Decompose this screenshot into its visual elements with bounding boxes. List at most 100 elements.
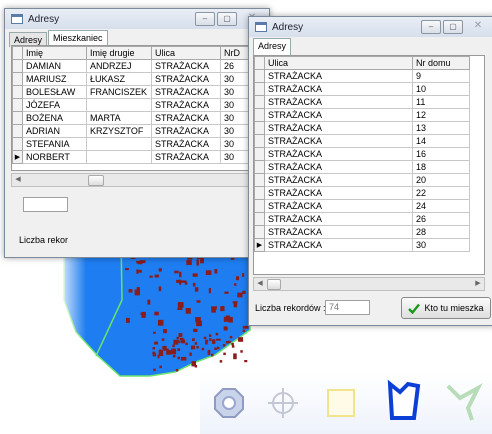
rectangle-tool-icon[interactable] bbox=[324, 386, 358, 420]
table-row[interactable]: MARIUSZ ŁUKASZ STRAŻACKA 30 bbox=[12, 72, 250, 86]
crosshair-tool-icon[interactable] bbox=[266, 386, 300, 420]
table-row[interactable]: ▶ NORBERT STRAŻACKA 30 bbox=[12, 150, 250, 164]
table-row[interactable]: STRAŻACKA 10 bbox=[254, 82, 470, 96]
table-row[interactable]: ADRIAN KRZYSZTOF STRAŻACKA 30 bbox=[12, 124, 250, 138]
table-cell[interactable]: 30 bbox=[220, 150, 250, 164]
table-cell[interactable]: STRAŻACKA bbox=[151, 150, 221, 164]
table-cell[interactable]: BOŻENA bbox=[22, 111, 87, 125]
table-row[interactable]: STRAŻACKA 9 bbox=[254, 69, 470, 83]
table-cell[interactable]: STRAŻACKA bbox=[264, 199, 413, 213]
table-cell[interactable]: STRAŻACKA bbox=[151, 98, 221, 112]
residents-horizontal-scrollbar[interactable]: ◀ bbox=[11, 173, 251, 187]
maximize-button[interactable]: ▢ bbox=[443, 20, 463, 34]
table-cell[interactable]: 30 bbox=[220, 111, 250, 125]
table-cell[interactable]: STRAŻACKA bbox=[151, 124, 221, 138]
table-row[interactable]: BOŻENA MARTA STRAŻACKA 30 bbox=[12, 111, 250, 125]
column-header-nr-domu[interactable]: Nr domu bbox=[412, 56, 470, 70]
table-cell[interactable]: NORBERT bbox=[22, 150, 87, 164]
table-cell[interactable]: ANDRZEJ bbox=[86, 59, 152, 73]
addresses-horizontal-scrollbar[interactable]: ◀ ▶ bbox=[253, 277, 485, 291]
scroll-thumb[interactable] bbox=[88, 175, 104, 186]
table-cell[interactable]: 28 bbox=[412, 225, 470, 239]
table-row[interactable]: STRAŻACKA 24 bbox=[254, 199, 470, 213]
polyline-tool-icon[interactable] bbox=[444, 380, 484, 422]
table-row[interactable]: JÓZEFA STRAŻACKA 30 bbox=[12, 98, 250, 112]
table-cell[interactable]: 30 bbox=[220, 124, 250, 138]
scroll-left-arrow-icon[interactable]: ◀ bbox=[254, 278, 266, 290]
column-header-ulica[interactable]: Ulica bbox=[264, 56, 413, 70]
polygon-tool-icon[interactable] bbox=[384, 380, 424, 422]
residents-input[interactable] bbox=[23, 197, 68, 212]
table-row[interactable]: BOLESŁAW FRANCISZEK STRAŻACKA 30 bbox=[12, 85, 250, 99]
table-row[interactable]: STEFANIA STRAŻACKA 30 bbox=[12, 137, 250, 151]
table-row[interactable]: STRAŻACKA 13 bbox=[254, 121, 470, 135]
table-row[interactable]: STRAŻACKA 11 bbox=[254, 95, 470, 109]
table-cell[interactable]: STRAŻACKA bbox=[264, 225, 413, 239]
table-cell[interactable]: 10 bbox=[412, 82, 470, 96]
table-cell[interactable] bbox=[86, 137, 152, 151]
table-cell[interactable]: BOLESŁAW bbox=[22, 85, 87, 99]
addresses-grid[interactable]: Ulica Nr domu STRAŻACKA 9 STRAŻACKA 10 STRAŻ… bbox=[253, 55, 485, 275]
table-cell[interactable]: 24 bbox=[412, 199, 470, 213]
residents-window-titlebar[interactable]: Adresy – ▢ ✕ bbox=[5, 9, 269, 29]
table-cell[interactable]: 18 bbox=[412, 160, 470, 174]
table-cell[interactable]: STRAŻACKA bbox=[264, 134, 413, 148]
table-cell[interactable]: ŁUKASZ bbox=[86, 72, 152, 86]
minimize-button[interactable]: – bbox=[195, 12, 215, 26]
table-cell[interactable]: STRAŻACKA bbox=[264, 82, 413, 96]
records-count-field[interactable]: 74 bbox=[325, 300, 370, 315]
maximize-button[interactable]: ▢ bbox=[217, 12, 237, 26]
octagon-tool-icon[interactable] bbox=[212, 386, 246, 420]
table-cell[interactable]: 22 bbox=[412, 186, 470, 200]
table-row[interactable]: STRAŻACKA 26 bbox=[254, 212, 470, 226]
table-cell[interactable]: KRZYSZTOF bbox=[86, 124, 152, 138]
close-button[interactable]: ✕ bbox=[465, 20, 491, 32]
scroll-left-arrow-icon[interactable]: ◀ bbox=[12, 174, 24, 186]
table-cell[interactable]: 20 bbox=[412, 173, 470, 187]
column-header-ulica[interactable]: Ulica bbox=[151, 46, 221, 60]
addresses-window-titlebar[interactable]: Adresy – ▢ ✕ bbox=[249, 17, 492, 37]
table-cell[interactable]: STRAŻACKA bbox=[151, 85, 221, 99]
table-cell[interactable] bbox=[86, 150, 152, 164]
table-cell[interactable]: STRAŻACKA bbox=[264, 95, 413, 109]
table-cell[interactable]: 11 bbox=[412, 95, 470, 109]
table-cell[interactable]: 30 bbox=[220, 72, 250, 86]
table-cell[interactable]: 26 bbox=[412, 212, 470, 226]
tab-adresy[interactable]: Adresy bbox=[253, 38, 292, 55]
table-cell[interactable]: STRAŻACKA bbox=[151, 111, 221, 125]
table-cell[interactable]: DAMIAN bbox=[22, 59, 87, 73]
table-cell[interactable]: STRAŻACKA bbox=[264, 121, 413, 135]
table-row[interactable]: ▶ STRAŻACKA 30 bbox=[254, 238, 470, 252]
table-row[interactable]: STRAŻACKA 18 bbox=[254, 160, 470, 174]
table-cell[interactable]: 16 bbox=[412, 147, 470, 161]
scroll-thumb[interactable] bbox=[267, 279, 281, 290]
table-cell[interactable]: 9 bbox=[412, 69, 470, 83]
table-cell[interactable]: 12 bbox=[412, 108, 470, 122]
table-cell[interactable]: STRAŻACKA bbox=[151, 59, 221, 73]
table-cell[interactable] bbox=[86, 98, 152, 112]
table-cell[interactable]: 26 bbox=[220, 59, 250, 73]
table-cell[interactable]: MARIUSZ bbox=[22, 72, 87, 86]
table-row[interactable]: STRAŻACKA 22 bbox=[254, 186, 470, 200]
table-cell[interactable]: STRAŻACKA bbox=[264, 212, 413, 226]
table-cell[interactable]: 30 bbox=[412, 238, 470, 252]
table-cell[interactable]: 30 bbox=[220, 137, 250, 151]
table-cell[interactable]: FRANCISZEK bbox=[86, 85, 152, 99]
table-cell[interactable]: MARTA bbox=[86, 111, 152, 125]
table-cell[interactable]: STRAŻACKA bbox=[264, 69, 413, 83]
table-row[interactable]: STRAŻACKA 20 bbox=[254, 173, 470, 187]
table-row[interactable]: STRAŻACKA 14 bbox=[254, 134, 470, 148]
column-header-imie-drugie[interactable]: Imię drugie bbox=[86, 46, 152, 60]
table-cell[interactable]: 30 bbox=[220, 98, 250, 112]
table-row[interactable]: STRAŻACKA 12 bbox=[254, 108, 470, 122]
table-cell[interactable]: STRAŻACKA bbox=[264, 173, 413, 187]
table-cell[interactable]: STEFANIA bbox=[22, 137, 87, 151]
column-header-imie[interactable]: Imię bbox=[22, 46, 87, 60]
table-cell[interactable]: STRAŻACKA bbox=[264, 108, 413, 122]
table-cell[interactable]: STRAŻACKA bbox=[264, 186, 413, 200]
table-cell[interactable]: STRAŻACKA bbox=[264, 147, 413, 161]
minimize-button[interactable]: – bbox=[421, 20, 441, 34]
table-cell[interactable]: 14 bbox=[412, 134, 470, 148]
table-cell[interactable]: STRAŻACKA bbox=[264, 160, 413, 174]
table-cell[interactable]: JÓZEFA bbox=[22, 98, 87, 112]
